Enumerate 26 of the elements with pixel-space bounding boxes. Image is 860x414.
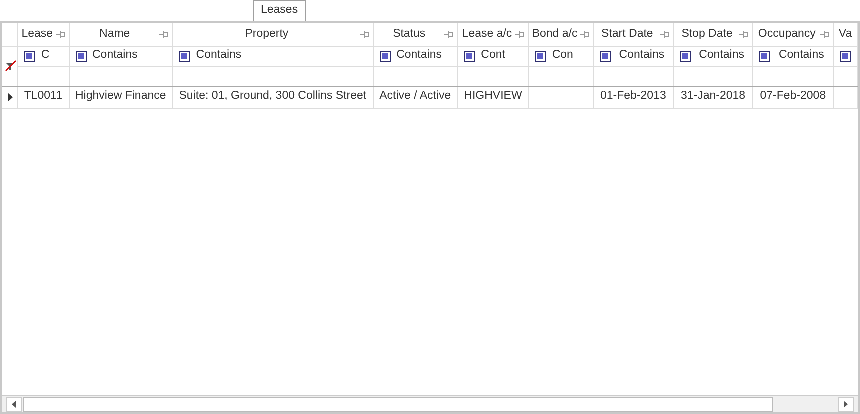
table-cell: Suite: 01, Ground, 300 Collins Street xyxy=(179,90,367,102)
left-arrow-icon xyxy=(12,400,16,408)
pin-icon[interactable] xyxy=(56,30,66,38)
filter-operator-icon[interactable] xyxy=(840,50,851,62)
table-cell: TL0011 xyxy=(24,90,62,102)
pin-icon[interactable] xyxy=(159,30,170,38)
scroll-thumb[interactable] xyxy=(23,396,773,412)
filter-icon[interactable] xyxy=(5,60,17,72)
tab[interactable]: Leases xyxy=(253,0,306,21)
pin-icon[interactable] xyxy=(360,30,370,38)
pin-icon[interactable] xyxy=(739,30,750,38)
table-cell: 07-Feb-2008 xyxy=(760,90,826,102)
table-cell: 01-Feb-2013 xyxy=(600,90,666,102)
scroll-left-button[interactable] xyxy=(6,396,22,412)
table-cell: 31-Jan-2018 xyxy=(680,90,746,102)
pin-icon[interactable] xyxy=(444,30,454,38)
horizontal-scrollbar[interactable] xyxy=(2,395,858,412)
pin-icon[interactable] xyxy=(660,30,670,38)
pin-icon[interactable] xyxy=(580,30,590,38)
scroll-right-button[interactable] xyxy=(838,396,854,412)
table-cell: Highview Finance xyxy=(76,90,166,102)
right-arrow-icon xyxy=(844,400,848,408)
pin-icon[interactable] xyxy=(820,30,830,38)
table-cell: HIGHVIEW xyxy=(464,90,522,102)
table-cell: Active / Active xyxy=(380,90,452,102)
pin-icon[interactable] xyxy=(515,30,526,38)
